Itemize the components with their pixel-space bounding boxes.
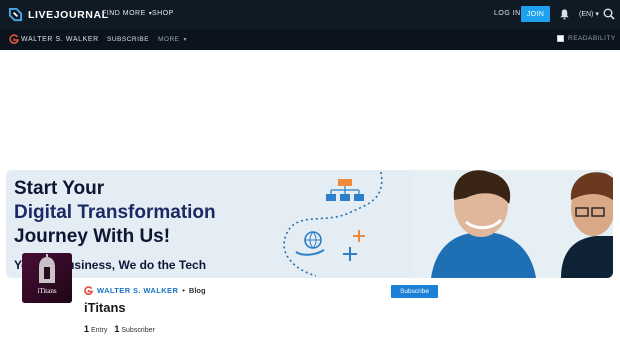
livejournal-logo[interactable]: LIVEJOURNAL (8, 7, 109, 22)
join-button[interactable]: JOIN (521, 6, 550, 22)
subscribe-button[interactable]: Subscribe (391, 285, 438, 298)
knight-helmet-icon (39, 254, 55, 283)
shop-link[interactable]: SHOP (152, 10, 174, 17)
entries-stat[interactable]: 1 Entry (84, 324, 107, 334)
find-more-menu[interactable]: FIND MORE ▾ (102, 10, 152, 17)
subscribe-link[interactable]: SUBSCRIBE (107, 36, 149, 43)
readability-checkbox[interactable] (557, 35, 564, 42)
banner-headline-line2: Digital Transformation (14, 202, 216, 223)
banner-headline-line3: Journey With Us! (14, 226, 171, 247)
journal-username-link[interactable]: WALTER S. WALKER (21, 36, 99, 43)
more-label: MORE (158, 36, 180, 43)
journal-navbar: WALTER S. WALKER SUBSCRIBE MORE ▾ READABI… (0, 29, 620, 50)
logo-text: LIVEJOURNAL (28, 8, 109, 21)
user-badge-icon (9, 34, 19, 44)
language-selector[interactable]: (EN) ▾ (579, 10, 599, 18)
byline-separator: • (182, 286, 185, 295)
entries-count: 1 (84, 324, 90, 334)
globe-hand-icon (295, 231, 325, 256)
subscribers-label: Subscriber (121, 327, 155, 334)
journal-stats: 1 Entry 1 Subscriber (84, 324, 155, 334)
user-badge-icon (84, 286, 93, 295)
more-menu[interactable]: MORE ▾ (158, 36, 187, 43)
entries-label: Entry (91, 327, 108, 334)
org-chart-icon (326, 179, 364, 201)
bell-icon[interactable] (559, 8, 570, 20)
byline-username-link[interactable]: WALTER S. WALKER (97, 286, 178, 295)
top-navbar: LIVEJOURNAL FIND MORE ▾ SHOP LOG IN JOIN … (0, 0, 620, 29)
byline-blog-label: Blog (188, 286, 206, 295)
chevron-down-icon: ▾ (183, 37, 188, 43)
banner-photo (411, 170, 613, 278)
readability-toggle[interactable]: READABILITY (557, 35, 616, 42)
banner-illustration (283, 171, 383, 277)
journal-title[interactable]: iTitans (84, 300, 126, 315)
avatar-label: iTitans (37, 287, 57, 295)
avatar-image (22, 253, 72, 303)
journal-avatar[interactable]: iTitans (22, 253, 72, 303)
search-icon[interactable] (603, 8, 615, 20)
login-link[interactable]: LOG IN (494, 10, 521, 17)
plus-icon (343, 230, 365, 261)
subscribers-stat[interactable]: 1 Subscriber (114, 324, 154, 334)
journal-banner: Start Your Digital Transformation Journe… (6, 170, 613, 278)
journal-byline: WALTER S. WALKER • Blog (84, 286, 206, 295)
readability-label: READABILITY (568, 35, 616, 42)
chevron-down-icon: ▾ (593, 11, 599, 18)
subscribers-count: 1 (114, 324, 120, 334)
banner-headline-line1: Start Your (14, 178, 105, 199)
language-label: (EN) (579, 11, 594, 18)
find-more-label: FIND MORE (102, 10, 146, 17)
livejournal-logo-icon (8, 7, 23, 22)
